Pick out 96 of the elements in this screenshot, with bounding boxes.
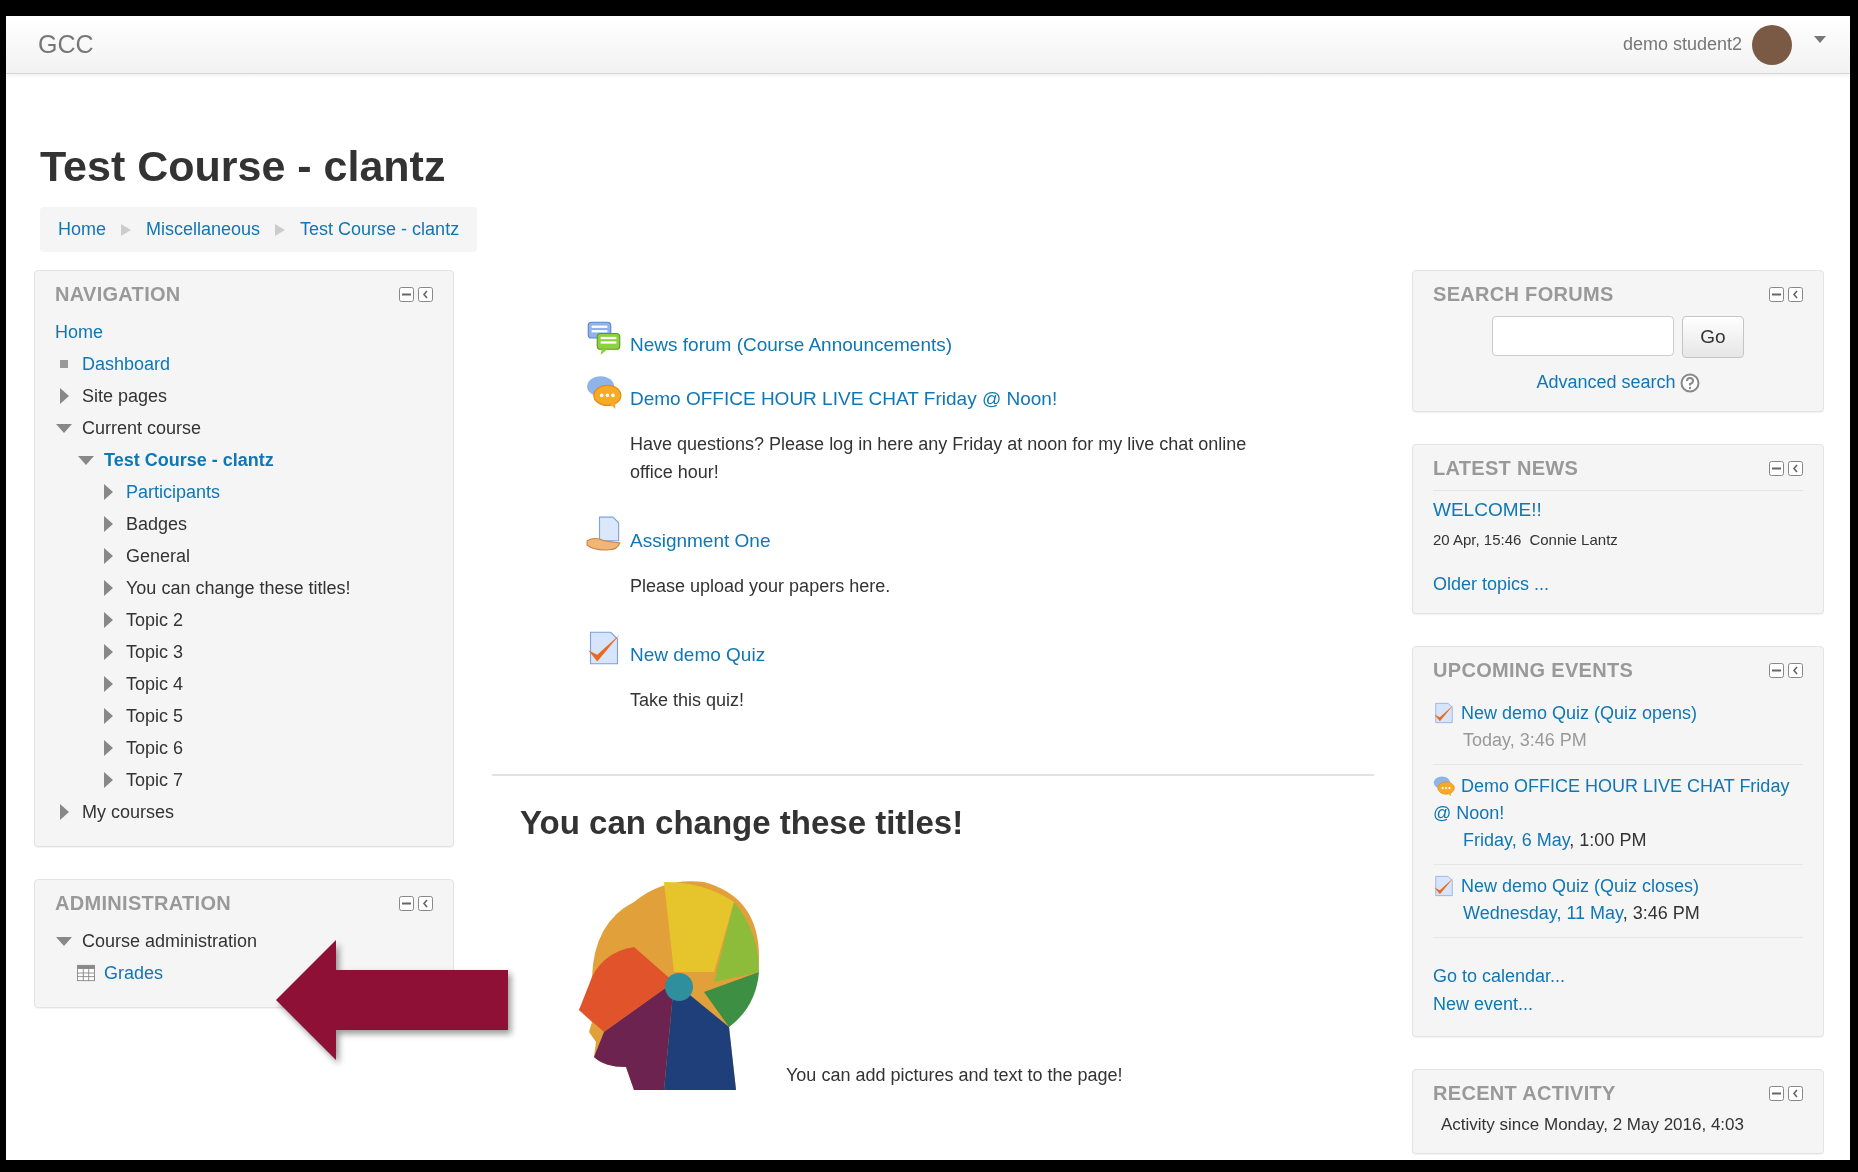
dock-icon[interactable] <box>1788 461 1803 476</box>
caret-right-icon[interactable] <box>103 708 113 724</box>
block-title: SEARCH FORUMS <box>1433 283 1614 306</box>
separator-icon <box>274 223 287 236</box>
nav-item[interactable]: Site pages <box>82 385 168 407</box>
dock-icon[interactable] <box>418 896 433 911</box>
event-day: Today <box>1463 730 1510 750</box>
dock-icon[interactable] <box>1788 1086 1803 1101</box>
help-icon[interactable] <box>1679 372 1700 393</box>
page-title: Test Course - clantz <box>40 142 447 191</box>
advanced-search-link[interactable]: Advanced search <box>1536 372 1676 393</box>
nav-item[interactable]: Topic 4 <box>126 673 184 695</box>
calendar-link[interactable]: New event... <box>1433 990 1534 1018</box>
breadcrumb-link[interactable]: Miscellaneous <box>146 219 261 240</box>
nav-item[interactable]: Topic 7 <box>126 769 184 791</box>
caret-right-icon[interactable] <box>103 484 113 500</box>
nav-item[interactable]: Badges <box>126 513 188 535</box>
caret-down-icon[interactable] <box>56 936 72 946</box>
nav-item[interactable]: Grades <box>104 962 164 984</box>
block-title: LATEST NEWS <box>1433 457 1579 480</box>
block-title: ADMINISTRATION <box>55 892 232 915</box>
avatar[interactable] <box>1752 24 1792 65</box>
block-title: UPCOMING EVENTS <box>1433 659 1634 682</box>
brand-name[interactable]: GCC <box>38 30 94 59</box>
minimize-icon[interactable] <box>399 896 414 911</box>
nav-item[interactable]: General <box>126 545 191 567</box>
caret-right-icon[interactable] <box>103 772 113 788</box>
older-topics-link[interactable]: Older topics ... <box>1433 574 1550 594</box>
nav-item[interactable]: Topic 5 <box>126 705 184 727</box>
caret-right-icon[interactable] <box>59 388 69 404</box>
user-name[interactable]: demo student2 <box>1622 34 1742 55</box>
caret-right-icon[interactable] <box>103 580 113 596</box>
nav-item[interactable]: Dashboard <box>82 353 171 375</box>
nav-item[interactable]: My courses <box>82 801 175 823</box>
minimize-icon[interactable] <box>1769 1086 1784 1101</box>
activity-link[interactable]: Assignment One <box>630 530 771 552</box>
nav-item[interactable]: Current course <box>82 417 202 439</box>
nav-item[interactable]: Test Course - clantz <box>104 449 274 471</box>
caret-right-icon[interactable] <box>103 612 113 628</box>
minimize-icon[interactable] <box>1769 287 1784 302</box>
news-date: 20 Apr, 15:46 <box>1433 531 1522 548</box>
nav-item[interactable]: Home <box>55 321 103 343</box>
news-link[interactable]: WELCOME!! <box>1433 499 1542 520</box>
breadcrumb-link[interactable]: Home <box>58 219 106 240</box>
nav-item[interactable]: Participants <box>126 481 221 503</box>
event-link[interactable]: New demo Quiz (Quiz opens) <box>1433 700 1803 727</box>
search-field[interactable] <box>1492 316 1674 356</box>
activity-since-text: Activity since Monday, 2 May 2016, 4:03 <box>1440 1115 1745 1135</box>
quiz-icon <box>1433 875 1455 897</box>
section-caption: You can add pictures and text to the page! <box>786 1065 1123 1086</box>
block-title: NAVIGATION <box>55 283 181 306</box>
bullet-icon <box>60 360 68 368</box>
minimize-icon[interactable] <box>399 287 414 302</box>
caret-down-icon[interactable] <box>78 455 94 465</box>
event-day[interactable]: Friday, 6 May <box>1463 830 1570 850</box>
minimize-icon[interactable] <box>1769 663 1784 678</box>
activity-description: Have questions? Please log in here any Friday at noon for my live chat online office hour! <box>630 433 1248 484</box>
caret-icon[interactable] <box>1814 35 1826 44</box>
event-day[interactable]: Wednesday, 11 May <box>1463 903 1623 923</box>
nav-item[interactable]: Topic 3 <box>126 641 184 663</box>
nav-item[interactable]: You can change these titles! <box>126 577 351 599</box>
caret-right-icon[interactable] <box>59 804 69 820</box>
dock-icon[interactable] <box>1788 287 1803 302</box>
table-icon <box>77 964 95 982</box>
activity-link[interactable]: New demo Quiz <box>630 644 766 666</box>
breadcrumb-link[interactable]: Test Course - clantz <box>300 219 460 240</box>
dock-icon[interactable] <box>1788 663 1803 678</box>
event-link[interactable]: Demo OFFICE HOUR LIVE CHAT Friday @ Noon! <box>1433 773 1803 827</box>
dock-icon[interactable] <box>418 287 433 302</box>
go-button[interactable]: Go <box>1682 316 1744 358</box>
assignment-icon <box>586 516 622 552</box>
activity-description: Please upload your papers here. <box>630 575 892 598</box>
news-author: Connie Lantz <box>1529 531 1618 548</box>
activity-link[interactable]: News forum (Course Announcements) <box>630 334 953 356</box>
separator-icon <box>120 223 132 236</box>
block-title: RECENT ACTIVITY <box>1433 1082 1616 1105</box>
event-link[interactable]: New demo Quiz (Quiz closes) <box>1433 873 1803 900</box>
forum-icon <box>586 320 622 356</box>
caret-down-icon[interactable] <box>56 423 72 433</box>
caret-right-icon[interactable] <box>103 740 113 756</box>
caret-right-icon[interactable] <box>103 516 113 532</box>
nav-item[interactable]: Topic 2 <box>126 609 184 631</box>
caret-right-icon[interactable] <box>103 548 113 564</box>
chat-icon <box>1433 775 1455 797</box>
section-title: You can change these titles! <box>520 804 965 842</box>
calendar-link[interactable]: Go to calendar... <box>1433 962 1566 990</box>
chat-icon <box>586 374 622 410</box>
activity-description: Take this quiz! <box>630 689 746 712</box>
activity-link[interactable]: Demo OFFICE HOUR LIVE CHAT Friday @ Noon! <box>630 388 1058 410</box>
caret-right-icon[interactable] <box>103 676 113 692</box>
nav-item[interactable]: Topic 6 <box>126 737 184 759</box>
nav-item[interactable]: Course administration <box>82 930 258 952</box>
event-time: , 1:00 PM <box>1569 830 1647 850</box>
minimize-icon[interactable] <box>1769 461 1784 476</box>
caret-right-icon[interactable] <box>103 644 113 660</box>
quiz-icon <box>1433 702 1455 724</box>
